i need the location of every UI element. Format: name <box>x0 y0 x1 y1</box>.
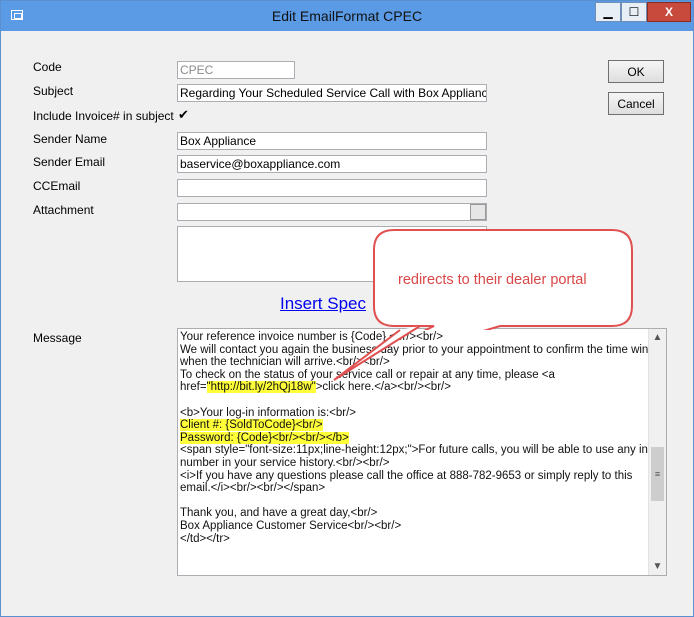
maximize-icon: ☐ <box>628 5 640 19</box>
sender-name-label: Sender Name <box>33 132 108 146</box>
message-line <box>180 394 646 407</box>
attachment-field[interactable] <box>177 203 487 221</box>
message-line: <span style="font-size:11px;line-height:… <box>180 444 667 457</box>
window-title: Edit EmailFormat CPEC <box>271 8 423 24</box>
highlighted-text: Password: {Code}<br/><br/></b> <box>180 431 349 444</box>
callout-text: redirects to their dealer portal <box>398 272 587 288</box>
include-invoice-label: Include Invoice# in subject <box>33 109 174 123</box>
message-line <box>180 495 646 508</box>
maximize-button[interactable]: ☐ <box>621 2 647 22</box>
message-line: </td></tr> <box>180 532 230 545</box>
sender-name-field[interactable]: Box Appliance <box>177 132 487 150</box>
message-scrollbar[interactable]: ▲ ≡ ▼ <box>648 329 666 575</box>
code-label: Code <box>33 60 62 74</box>
cancel-button[interactable]: Cancel <box>608 92 664 115</box>
message-line: number in your service history.<br/><br/… <box>180 456 390 469</box>
message-line: email.</i><br/><br/></span> <box>180 482 326 495</box>
subject-field[interactable]: Regarding Your Scheduled Service Call wi… <box>177 84 487 102</box>
message-line: <i>If you have any questions please call… <box>180 469 633 482</box>
message-label: Message <box>33 331 82 345</box>
message-line: Client #: {SoldToCode}<br/> <box>180 419 646 432</box>
minimize-icon: ▁ <box>603 5 613 19</box>
message-line: Thank you, and have a great day,<br/> <box>180 507 378 520</box>
ok-button[interactable]: OK <box>608 60 664 83</box>
highlighted-text: Client #: {SoldToCode}<br/> <box>180 419 323 432</box>
insert-spec-link[interactable]: Insert Spec <box>280 294 366 314</box>
message-line: Box Appliance Customer Service<br/><br/> <box>180 519 402 532</box>
close-icon: X <box>664 5 673 19</box>
subject-label: Subject <box>33 84 74 98</box>
close-button[interactable]: X <box>647 2 691 22</box>
message-line: Password: {Code}<br/><br/></b> <box>180 431 646 445</box>
message-line: <b>Your log-in information is:<br/> <box>180 406 357 419</box>
code-field: CPEC <box>177 61 295 79</box>
attachment-label: Attachment <box>33 203 94 217</box>
sender-email-field[interactable]: baservice@boxappliance.com <box>177 155 487 173</box>
title-bar[interactable]: Edit EmailFormat CPEC ▁ ☐ X <box>1 1 693 31</box>
ccemail-field[interactable] <box>177 179 487 197</box>
scroll-up-icon[interactable]: ▲ <box>649 329 666 346</box>
minimize-button[interactable]: ▁ <box>595 2 621 22</box>
ccemail-label: CCEmail <box>33 179 81 193</box>
include-invoice-checkbox[interactable]: ✔ <box>178 108 189 121</box>
callout-pointer <box>333 325 421 381</box>
attachment-browse-button[interactable] <box>470 204 486 220</box>
scroll-down-icon[interactable]: ▼ <box>649 558 666 575</box>
scroll-thumb[interactable]: ≡ <box>651 447 664 501</box>
sender-email-label: Sender Email <box>33 155 106 169</box>
